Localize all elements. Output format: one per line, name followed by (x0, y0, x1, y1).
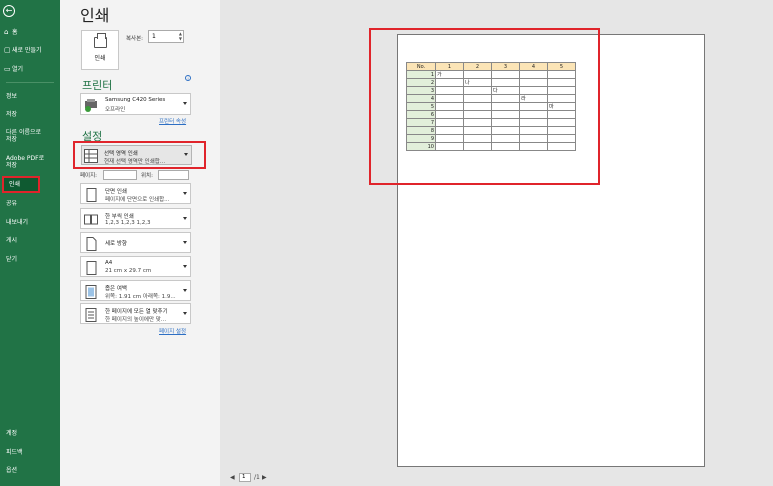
chevron-down-icon (183, 311, 187, 315)
new-document-icon: ▢ (4, 46, 11, 54)
nav-open[interactable]: ▭열기 (0, 65, 60, 74)
pages-to-input[interactable] (158, 170, 189, 180)
printer-properties-link[interactable]: 프린터 속성 (159, 117, 186, 125)
nav-share[interactable]: 공유 (0, 200, 60, 207)
orientation-select[interactable]: 세로 방향 (80, 232, 191, 253)
nav-feedback[interactable]: 피드백 (0, 449, 60, 456)
pages-to-label: 위치: (141, 173, 153, 179)
nav-options[interactable]: 옵션 (0, 467, 60, 474)
page-title: 인쇄 (80, 6, 110, 25)
fit-columns-icon (84, 307, 98, 322)
copies-label: 복사본: (126, 36, 144, 42)
printer-offline-icon (84, 97, 98, 112)
printer-icon (94, 33, 107, 48)
nav-print[interactable]: 인쇄 (2, 176, 40, 193)
chevron-down-icon (184, 153, 188, 157)
prev-page-icon[interactable]: ◀ (230, 474, 235, 481)
portrait-icon (84, 236, 98, 251)
margins-icon (84, 284, 98, 299)
pages-label: 페이지: (80, 173, 98, 179)
print-button[interactable]: 인쇄 (81, 30, 119, 70)
nav-account[interactable]: 계정 (0, 430, 60, 437)
spinner-icon[interactable]: ▲ ▼ (179, 31, 182, 41)
nav-save[interactable]: 저장 (0, 111, 60, 118)
chevron-down-icon (183, 240, 187, 244)
back-arrow-icon[interactable]: ← (3, 5, 15, 17)
page-setup-link[interactable]: 페이지 설정 (159, 327, 186, 335)
nav-save-adobe-pdf[interactable]: Adobe PDF로 저장 (0, 155, 60, 169)
backstage-sidebar: ← ⌂ 홈 ▢새로 만들기 ▭열기 정보 저장 다른 이름으로 저장 Adobe P… (0, 0, 60, 486)
printer-select[interactable]: Samsung C420 Series 오프라인 (80, 93, 191, 115)
selection-highlight (369, 28, 600, 185)
nav-close[interactable]: 닫기 (0, 256, 60, 263)
nav-home[interactable]: ⌂ 홈 (0, 28, 60, 37)
nav-info[interactable]: 정보 (0, 93, 60, 100)
sides-select[interactable]: 단면 인쇄 페이지에 단면으로 인쇄합... (80, 183, 191, 204)
selection-grid-icon (84, 148, 98, 163)
nav-export[interactable]: 내보내기 (0, 219, 60, 226)
chevron-down-icon (183, 264, 187, 268)
open-folder-icon: ▭ (4, 65, 11, 73)
print-what-select[interactable]: 선택 영역 인쇄 현재 선택 영역만 인쇄합... (73, 141, 206, 169)
margins-select[interactable]: 좁은 여백 위쪽: 1.91 cm 아래쪽: 1.9... (80, 280, 191, 301)
next-page-icon[interactable]: ▶ (262, 474, 267, 481)
collate-icon (84, 212, 98, 226)
chevron-down-icon (183, 216, 187, 220)
info-icon[interactable]: i (185, 75, 191, 81)
printer-heading: 프린터 (82, 79, 113, 92)
collate-select[interactable]: 한 부씩 인쇄 1,2,3 1,2,3 1,2,3 (80, 208, 191, 229)
paper-size-select[interactable]: A4 21 cm x 29.7 cm (80, 256, 191, 277)
printer-status: 오프라인 (105, 107, 126, 113)
pages-from-input[interactable] (103, 170, 137, 180)
paper-size-icon (84, 260, 98, 275)
chevron-down-icon (183, 191, 187, 195)
printer-name: Samsung C420 Series (105, 97, 166, 103)
single-sided-icon (84, 187, 98, 202)
nav-publish[interactable]: 게시 (0, 237, 60, 244)
nav-save-as[interactable]: 다른 이름으로 저장 (0, 129, 60, 143)
chevron-down-icon (183, 102, 187, 105)
home-icon: ⌂ (4, 28, 9, 36)
copies-input[interactable]: 1 ▲ ▼ (148, 30, 184, 43)
page-total: /1 (254, 474, 260, 481)
nav-new[interactable]: ▢새로 만들기 (0, 46, 60, 55)
sidebar-divider (6, 82, 54, 83)
page-number-input[interactable]: 1 (239, 473, 251, 482)
scaling-select[interactable]: 한 페이지에 모든 열 맞추기 한 페이지의 높이에만 맞... (80, 303, 191, 324)
chevron-down-icon (183, 288, 187, 292)
